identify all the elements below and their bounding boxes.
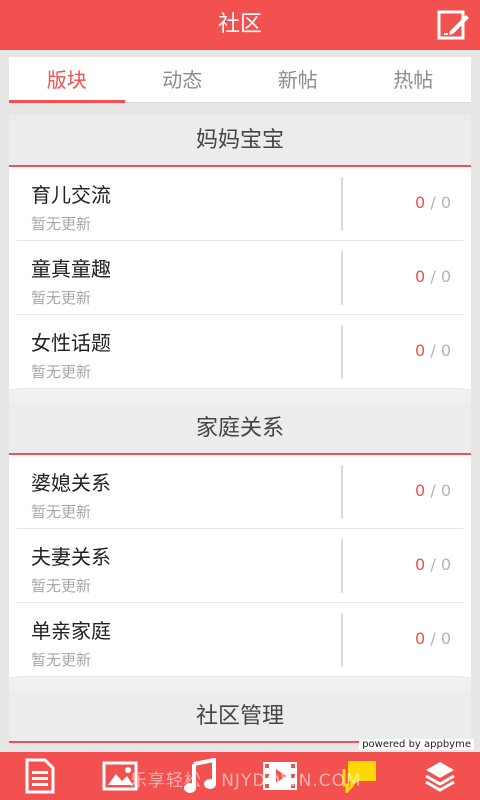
today-count: 0: [415, 555, 426, 574]
section-gap: [9, 389, 471, 403]
forum-status: 暂无更新: [31, 577, 92, 595]
forum-status: 暂无更新: [31, 215, 92, 233]
section-header: 社区管理: [9, 691, 471, 743]
forum-status: 暂无更新: [31, 289, 92, 307]
section-gap: [9, 677, 471, 691]
post-counts: 0 / 0: [415, 629, 451, 648]
total-count: 0: [440, 193, 451, 212]
settings-icon: [425, 762, 455, 792]
section-header: 妈妈宝宝: [9, 115, 471, 167]
image-icon: [102, 761, 138, 791]
total-count: 0: [440, 629, 451, 648]
today-count: 0: [415, 341, 426, 360]
section-header: 家庭关系: [9, 403, 471, 455]
today-count: 0: [415, 629, 426, 648]
nav-video-button[interactable]: [260, 756, 300, 796]
powered-by-label: powered by appbyme: [359, 739, 474, 750]
row-divider: [341, 177, 343, 231]
forum-status: 暂无更新: [31, 651, 92, 669]
video-icon: [263, 762, 297, 790]
bottom-nav: [0, 752, 480, 800]
edit-icon[interactable]: [436, 8, 470, 42]
forum-name: 夫妻关系: [31, 545, 111, 569]
post-counts: 0 / 0: [415, 481, 451, 500]
count-separator: /: [430, 341, 436, 360]
forum-item-single-parent[interactable]: 单亲家庭 暂无更新 0 / 0: [17, 603, 463, 677]
total-count: 0: [440, 267, 451, 286]
post-counts: 0 / 0: [415, 267, 451, 286]
tab-bar: 版块 动态 新帖 热帖: [9, 57, 471, 103]
post-counts: 0 / 0: [415, 341, 451, 360]
forum-name: 育儿交流: [31, 183, 111, 207]
count-separator: /: [430, 555, 436, 574]
forum-item-childhood-fun[interactable]: 童真童趣 暂无更新 0 / 0: [17, 241, 463, 315]
forum-item-in-laws[interactable]: 婆媳关系 暂无更新 0 / 0: [17, 455, 463, 529]
count-separator: /: [430, 267, 436, 286]
row-divider: [341, 539, 343, 593]
count-separator: /: [430, 193, 436, 212]
tab-activity[interactable]: 动态: [125, 57, 241, 102]
today-count: 0: [415, 267, 426, 286]
post-counts: 0 / 0: [415, 193, 451, 212]
forum-status: 暂无更新: [31, 363, 92, 381]
row-divider: [341, 325, 343, 379]
row-divider: [341, 251, 343, 305]
nav-music-button[interactable]: [180, 756, 220, 796]
count-separator: /: [430, 481, 436, 500]
forum-name: 婆媳关系: [31, 471, 111, 495]
forum-item-women-topics[interactable]: 女性话题 暂无更新 0 / 0: [17, 315, 463, 389]
nav-settings-button[interactable]: [420, 756, 460, 796]
nav-articles-button[interactable]: [20, 756, 60, 796]
count-separator: /: [430, 629, 436, 648]
forum-name: 女性话题: [31, 331, 111, 355]
total-count: 0: [440, 341, 451, 360]
tab-hot-posts[interactable]: 热帖: [356, 57, 472, 102]
row-divider: [341, 465, 343, 519]
today-count: 0: [415, 193, 426, 212]
tab-new-posts[interactable]: 新帖: [240, 57, 356, 102]
nav-community-button[interactable]: [340, 756, 380, 796]
nav-images-button[interactable]: [100, 756, 140, 796]
tab-forums[interactable]: 版块: [9, 57, 125, 103]
total-count: 0: [440, 481, 451, 500]
today-count: 0: [415, 481, 426, 500]
total-count: 0: [440, 555, 451, 574]
forum-name: 童真童趣: [31, 257, 111, 281]
forum-list: 妈妈宝宝 育儿交流 暂无更新 0 / 0 童真童趣 暂无更新 0 / 0 女性话…: [9, 115, 471, 743]
article-icon: [25, 758, 55, 794]
music-icon: [184, 758, 216, 793]
forum-list-scroll[interactable]: 妈妈宝宝 育儿交流 暂无更新 0 / 0 童真童趣 暂无更新 0 / 0 女性话…: [0, 103, 480, 755]
top-bar: 社区: [0, 0, 480, 50]
forum-item-couples[interactable]: 夫妻关系 暂无更新 0 / 0: [17, 529, 463, 603]
forum-name: 单亲家庭: [31, 619, 111, 643]
row-divider: [341, 613, 343, 667]
forum-status: 暂无更新: [31, 503, 92, 521]
page-title: 社区: [217, 12, 262, 37]
community-icon: [342, 761, 376, 793]
forum-item-parenting[interactable]: 育儿交流 暂无更新 0 / 0: [17, 167, 463, 241]
post-counts: 0 / 0: [415, 555, 451, 574]
